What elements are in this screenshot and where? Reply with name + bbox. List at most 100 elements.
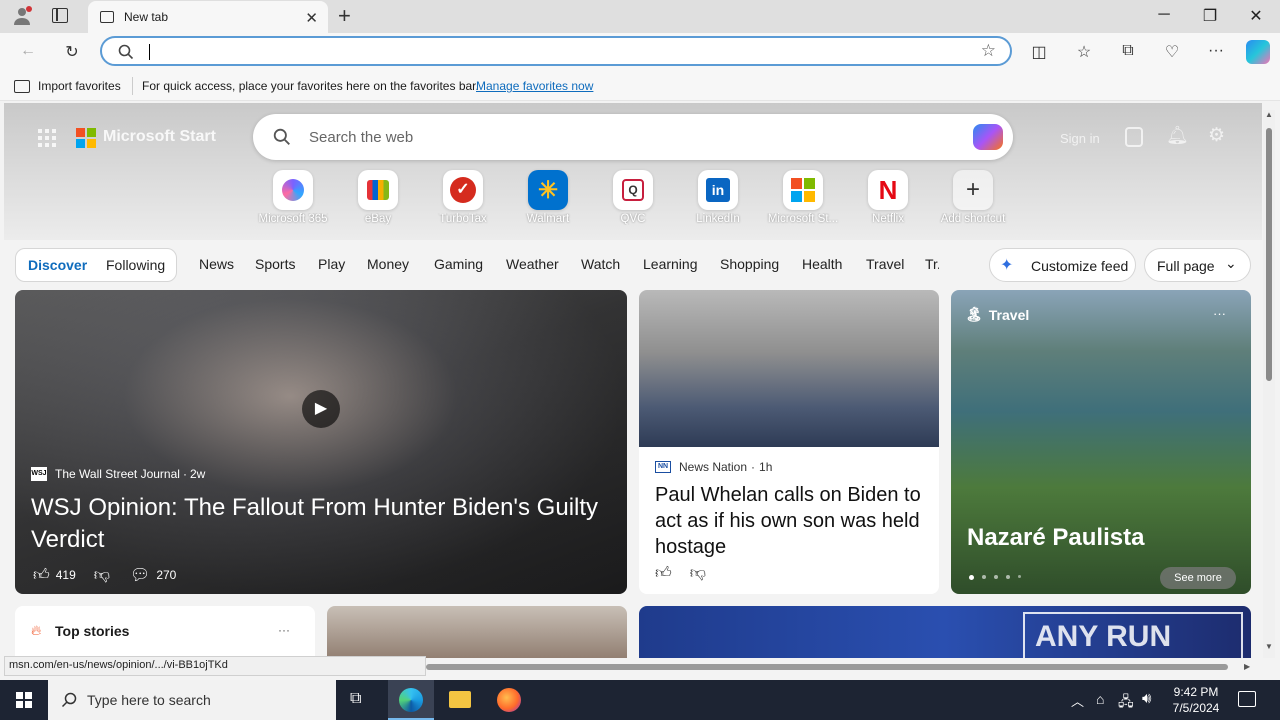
clock[interactable]: 9:42 PM 7/5/2024 <box>1166 684 1226 716</box>
travel-card[interactable]: 🏝︎ Travel ··· Nazaré Paulista See more <box>951 290 1251 594</box>
page-scrollbar[interactable]: ▲ ▼ <box>1263 110 1275 658</box>
shortcut-turbotax[interactable]: ✓ TurboTax <box>420 170 506 225</box>
nav-health[interactable]: Health <box>802 256 842 272</box>
profile-icon[interactable] <box>12 6 32 26</box>
shortcut-walmart[interactable]: ✳ Walmart <box>505 170 591 225</box>
featured-headline[interactable]: WSJ Opinion: The Fallout From Hunter Bid… <box>31 492 621 556</box>
news-card[interactable]: NN News Nation · 1h Paul Whelan calls on… <box>639 290 939 594</box>
copilot-icon[interactable] <box>973 124 1003 150</box>
scroll-up-arrow[interactable]: ▲ <box>1265 110 1273 119</box>
close-tab-icon[interactable]: ✕ <box>305 9 318 27</box>
shortcut-linkedin[interactable]: in LinkedIn <box>675 170 761 225</box>
palm-tree-icon: 🏝︎ <box>965 306 983 322</box>
new-tab-page: Microsoft Start Search the web Sign in 🔔… <box>4 103 1262 658</box>
minimize-button[interactable]: ─ <box>1154 6 1174 24</box>
travel-title[interactable]: Nazaré Paulista <box>967 524 1144 552</box>
settings-more-icon[interactable]: ··· <box>1205 42 1227 60</box>
tab-actions-icon[interactable] <box>52 8 68 23</box>
nav-news[interactable]: News <box>199 256 234 272</box>
nav-money[interactable]: Money <box>367 256 409 272</box>
browser-essentials-icon[interactable]: ♡ <box>1161 42 1183 62</box>
copilot-icon[interactable] <box>1246 40 1270 64</box>
story-card-image[interactable] <box>327 606 627 658</box>
tray-device-icon[interactable]: ⌂ <box>1096 691 1104 707</box>
apps-grid-icon[interactable] <box>38 129 56 147</box>
shortcut-qvc[interactable]: Q QVC <box>590 170 676 225</box>
nav-travel[interactable]: Travel <box>866 256 904 272</box>
see-more-button[interactable]: See more <box>1160 567 1236 589</box>
shortcut-ebay[interactable]: eBay <box>335 170 421 225</box>
nav-learning[interactable]: Learning <box>643 256 698 272</box>
restore-button[interactable]: ❐ <box>1200 6 1220 26</box>
article-age: 2w <box>189 467 206 481</box>
article-source[interactable]: WSJ The Wall Street Journal · 2w <box>31 467 205 481</box>
customize-feed-button[interactable]: ✦ Customize feed <box>989 248 1136 282</box>
split-screen-icon[interactable]: ◫ <box>1028 42 1050 62</box>
import-favorites-button[interactable]: Import favorites <box>14 79 121 93</box>
firefox-icon[interactable] <box>497 688 521 712</box>
shortcut-microsoft-store[interactable]: Microsoft St... <box>760 170 846 225</box>
network-icon[interactable]: 🖧︎ <box>1118 691 1134 715</box>
tab-new-tab[interactable]: New tab ✕ <box>88 1 328 33</box>
more-options-icon[interactable]: ··· <box>278 623 290 637</box>
web-search-box[interactable]: Search the web <box>253 114 1013 160</box>
play-icon[interactable]: ▶ <box>302 390 340 428</box>
manage-favorites-link[interactable]: Manage favorites now <box>476 79 593 93</box>
news-headline[interactable]: Paul Whelan calls on Biden to act as if … <box>655 482 925 560</box>
horizontal-scrollbar[interactable]: ▶ <box>426 662 1260 672</box>
scroll-down-arrow[interactable]: ▼ <box>1265 642 1273 651</box>
horizontal-scrollbar-thumb[interactable] <box>426 664 1228 670</box>
start-button[interactable] <box>16 692 32 708</box>
like-icon[interactable]: 👍︎ <box>655 564 672 583</box>
comment-icon[interactable]: 💬︎ <box>130 565 150 585</box>
collections-icon[interactable]: ⧉ <box>1117 42 1139 60</box>
nav-sports[interactable]: Sports <box>255 256 295 272</box>
nav-shopping[interactable]: Shopping <box>720 256 779 272</box>
scrollbar-thumb[interactable] <box>1266 128 1272 381</box>
nav-watch[interactable]: Watch <box>581 256 620 272</box>
shortcut-netflix[interactable]: N Netflix <box>845 170 931 225</box>
layout-dropdown[interactable]: Full page ⌄ <box>1144 248 1251 282</box>
back-icon[interactable]: ← <box>17 42 39 60</box>
file-explorer-icon[interactable] <box>449 691 471 708</box>
tab-discover[interactable]: Discover <box>28 257 87 273</box>
address-input[interactable] <box>158 42 958 60</box>
like-count: 419 <box>55 568 76 582</box>
nav-more-truncated[interactable]: Tr... <box>925 256 939 272</box>
notifications-icon[interactable] <box>1238 691 1256 707</box>
shortcut-add[interactable]: + Add shortcut <box>930 170 1016 225</box>
edge-taskbar-button[interactable] <box>388 680 434 720</box>
like-icon[interactable]: 👍︎ <box>33 566 50 585</box>
volume-icon[interactable]: 🔊︎ <box>1142 690 1151 707</box>
search-icon <box>273 128 290 145</box>
favorites-icon[interactable]: ☆ <box>1073 42 1095 62</box>
article-source[interactable]: NN News Nation · 1h <box>655 460 772 474</box>
new-tab-button[interactable]: + <box>338 3 351 29</box>
close-window-button[interactable]: ✕ <box>1246 6 1266 26</box>
address-bar[interactable]: ☆ <box>100 36 1012 66</box>
taskbar-search-box[interactable]: Type here to search <box>48 680 336 720</box>
source-name: The Wall Street Journal <box>55 467 180 481</box>
scroll-right-arrow[interactable]: ▶ <box>1244 662 1250 671</box>
customize-sparkle-icon: ✦ <box>1000 257 1014 274</box>
brand-name[interactable]: Microsoft Start <box>103 128 216 146</box>
nav-weather[interactable]: Weather <box>506 256 559 272</box>
page-settings-gear-icon[interactable]: ⚙ <box>1208 124 1225 147</box>
tray-chevron-up-icon[interactable]: ︿ <box>1071 691 1084 710</box>
shortcut-microsoft-365[interactable]: Microsoft 365 <box>250 170 336 225</box>
more-options-icon[interactable]: ··· <box>1213 306 1226 321</box>
nav-play[interactable]: Play <box>318 256 345 272</box>
rewards-icon[interactable] <box>1125 127 1143 147</box>
task-view-icon[interactable]: ⧉ <box>350 690 370 710</box>
favorite-star-icon[interactable]: ☆ <box>981 41 996 61</box>
refresh-icon[interactable]: ↻ <box>61 42 83 62</box>
dislike-icon[interactable]: 👎︎ <box>690 564 706 583</box>
featured-video-card[interactable]: ▶ WSJ The Wall Street Journal · 2w WSJ O… <box>15 290 627 594</box>
sign-in-button[interactable]: Sign in <box>1060 131 1100 146</box>
nav-gaming[interactable]: Gaming <box>434 256 483 272</box>
notifications-bell-icon[interactable]: 🔔︎ <box>1166 125 1189 146</box>
travel-category[interactable]: 🏝︎ Travel <box>965 306 1029 323</box>
dislike-icon[interactable]: 👎︎ <box>94 566 110 585</box>
story-card-video[interactable]: ANY RUN <box>639 606 1251 658</box>
tab-following[interactable]: Following <box>106 257 165 273</box>
